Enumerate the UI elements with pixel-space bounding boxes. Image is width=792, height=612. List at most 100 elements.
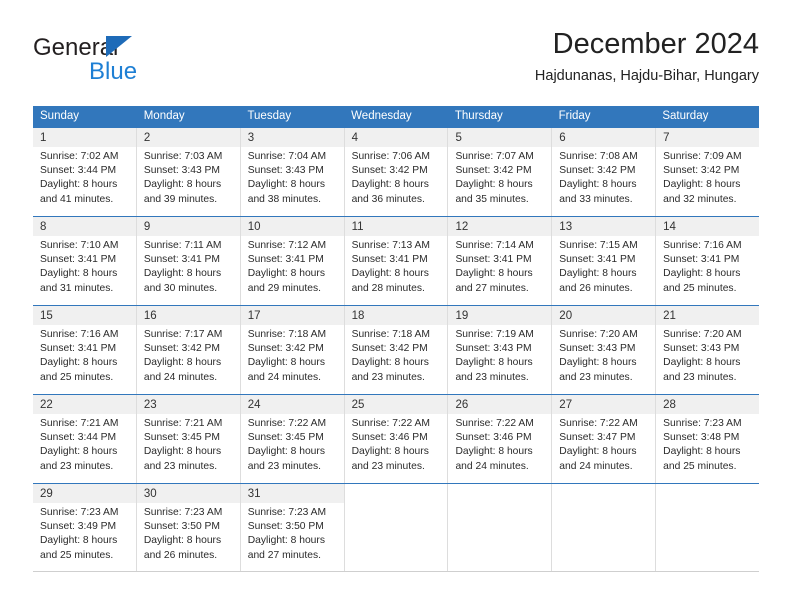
day-cell[interactable]: 29 Sunrise: 7:23 AM Sunset: 3:49 PM Dayl… — [33, 484, 137, 571]
sunrise-line: Sunrise: 7:18 AM — [351, 329, 430, 340]
day-cell[interactable]: 25 Sunrise: 7:22 AM Sunset: 3:46 PM Dayl… — [344, 395, 449, 483]
day-cell[interactable]: 17 Sunrise: 7:18 AM Sunset: 3:42 PM Dayl… — [240, 306, 345, 394]
daylight-line-1: Daylight: 8 hours — [663, 268, 741, 280]
sunset-line: Sunset: 3:41 PM — [247, 254, 324, 266]
sunset-line: Sunset: 3:45 PM — [247, 432, 324, 444]
day-number-band: 8 — [33, 217, 136, 236]
day-number-band — [656, 484, 760, 503]
sunset-line: Sunset: 3:45 PM — [143, 432, 220, 444]
day-cell[interactable]: 30 Sunrise: 7:23 AM Sunset: 3:50 PM Dayl… — [136, 484, 241, 571]
daylight-line-2: and 23 minutes. — [663, 371, 737, 383]
day-details: Sunrise: 7:16 AM Sunset: 3:41 PM Dayligh… — [33, 325, 136, 385]
day-details: Sunrise: 7:02 AM Sunset: 3:44 PM Dayligh… — [33, 147, 136, 207]
day-cell[interactable]: 27 Sunrise: 7:22 AM Sunset: 3:47 PM Dayl… — [552, 395, 657, 483]
day-cell[interactable]: 11 Sunrise: 7:13 AM Sunset: 3:41 PM Dayl… — [344, 217, 449, 305]
daylight-line-2: and 24 minutes. — [455, 460, 529, 472]
day-cell[interactable]: 9 Sunrise: 7:11 AM Sunset: 3:41 PM Dayli… — [136, 217, 241, 305]
day-cell[interactable]: 14 Sunrise: 7:16 AM Sunset: 3:41 PM Dayl… — [656, 217, 760, 305]
sunset-line: Sunset: 3:41 PM — [351, 254, 428, 266]
day-cell[interactable]: 8 Sunrise: 7:10 AM Sunset: 3:41 PM Dayli… — [33, 217, 137, 305]
day-cell[interactable]: 16 Sunrise: 7:17 AM Sunset: 3:42 PM Dayl… — [136, 306, 241, 394]
day-number-band: 5 — [448, 128, 552, 147]
day-cell[interactable]: 2 Sunrise: 7:03 AM Sunset: 3:43 PM Dayli… — [136, 128, 241, 216]
day-cell[interactable]: 13 Sunrise: 7:15 AM Sunset: 3:41 PM Dayl… — [552, 217, 657, 305]
sunset-line: Sunset: 3:42 PM — [351, 343, 428, 355]
daylight-line-1: Daylight: 8 hours — [143, 446, 222, 458]
day-cell[interactable]: 3 Sunrise: 7:04 AM Sunset: 3:43 PM Dayli… — [240, 128, 345, 216]
day-details: Sunrise: 7:12 AM Sunset: 3:41 PM Dayligh… — [241, 236, 344, 296]
day-cell[interactable]: 10 Sunrise: 7:12 AM Sunset: 3:41 PM Dayl… — [240, 217, 345, 305]
day-details: Sunrise: 7:17 AM Sunset: 3:42 PM Dayligh… — [137, 325, 240, 385]
day-cell[interactable]: 1 Sunrise: 7:02 AM Sunset: 3:44 PM Dayli… — [33, 128, 137, 216]
daylight-line-2: and 24 minutes. — [143, 371, 218, 383]
day-cell[interactable]: 26 Sunrise: 7:22 AM Sunset: 3:46 PM Dayl… — [448, 395, 553, 483]
daylight-line-2: and 23 minutes. — [351, 460, 425, 472]
day-number: 24 — [247, 399, 261, 411]
day-number-band — [448, 484, 552, 503]
sunset-line: Sunset: 3:44 PM — [40, 432, 117, 444]
day-number-band: 7 — [656, 128, 760, 147]
daylight-line-1: Daylight: 8 hours — [663, 179, 741, 191]
day-cell[interactable]: 6 Sunrise: 7:08 AM Sunset: 3:42 PM Dayli… — [552, 128, 657, 216]
daylight-line-1: Daylight: 8 hours — [559, 179, 637, 191]
day-number-band: 24 — [240, 395, 344, 414]
day-cell[interactable]: 21 Sunrise: 7:20 AM Sunset: 3:43 PM Dayl… — [656, 306, 760, 394]
sunset-line: Sunset: 3:42 PM — [143, 343, 220, 355]
daylight-line-2: and 23 minutes. — [247, 460, 321, 472]
sunrise-line: Sunrise: 7:23 AM — [143, 507, 223, 518]
day-number: 22 — [40, 399, 53, 411]
daylight-line-2: and 25 minutes. — [663, 460, 737, 472]
week-row: 29 Sunrise: 7:23 AM Sunset: 3:49 PM Dayl… — [33, 483, 760, 572]
daylight-line-1: Daylight: 8 hours — [351, 357, 429, 369]
day-number-band: 30 — [136, 484, 240, 503]
day-number-band — [344, 484, 448, 503]
day-cell[interactable]: 20 Sunrise: 7:20 AM Sunset: 3:43 PM Dayl… — [552, 306, 657, 394]
daylight-line-1: Daylight: 8 hours — [143, 179, 222, 191]
sunrise-line: Sunrise: 7:16 AM — [663, 240, 742, 251]
day-number: 18 — [351, 310, 365, 322]
weekday-header-row: Sunday Monday Tuesday Wednesday Thursday… — [33, 106, 759, 127]
day-details: Sunrise: 7:09 AM Sunset: 3:42 PM Dayligh… — [656, 147, 759, 207]
day-cell[interactable]: 31 Sunrise: 7:23 AM Sunset: 3:50 PM Dayl… — [240, 484, 345, 571]
day-details: Sunrise: 7:19 AM Sunset: 3:43 PM Dayligh… — [448, 325, 551, 385]
day-cell[interactable]: 22 Sunrise: 7:21 AM Sunset: 3:44 PM Dayl… — [33, 395, 137, 483]
day-number: 27 — [559, 399, 573, 411]
day-cell[interactable]: 15 Sunrise: 7:16 AM Sunset: 3:41 PM Dayl… — [33, 306, 137, 394]
daylight-line-2: and 29 minutes. — [247, 282, 321, 294]
sunrise-line: Sunrise: 7:04 AM — [247, 151, 327, 162]
day-number-band: 26 — [448, 395, 552, 414]
day-cell[interactable]: 12 Sunrise: 7:14 AM Sunset: 3:41 PM Dayl… — [448, 217, 553, 305]
daylight-line-2: and 32 minutes. — [663, 193, 737, 205]
day-cell[interactable]: 5 Sunrise: 7:07 AM Sunset: 3:42 PM Dayli… — [448, 128, 553, 216]
daylight-line-1: Daylight: 8 hours — [559, 357, 637, 369]
day-number: 23 — [143, 399, 157, 411]
sunrise-line: Sunrise: 7:09 AM — [663, 151, 742, 162]
day-details: Sunrise: 7:22 AM Sunset: 3:46 PM Dayligh… — [448, 414, 551, 474]
weekday-header-friday: Friday — [558, 110, 591, 122]
week-row: 8 Sunrise: 7:10 AM Sunset: 3:41 PM Dayli… — [33, 216, 760, 305]
daylight-line-2: and 27 minutes. — [455, 282, 529, 294]
day-cell[interactable]: 24 Sunrise: 7:22 AM Sunset: 3:45 PM Dayl… — [240, 395, 345, 483]
daylight-line-1: Daylight: 8 hours — [40, 268, 118, 280]
week-row: 15 Sunrise: 7:16 AM Sunset: 3:41 PM Dayl… — [33, 305, 760, 394]
day-number-band: 13 — [552, 217, 656, 236]
day-details: Sunrise: 7:13 AM Sunset: 3:41 PM Dayligh… — [345, 236, 448, 296]
day-cell-empty — [344, 484, 449, 571]
day-cell[interactable]: 23 Sunrise: 7:21 AM Sunset: 3:45 PM Dayl… — [136, 395, 241, 483]
day-cell[interactable]: 4 Sunrise: 7:06 AM Sunset: 3:42 PM Dayli… — [344, 128, 449, 216]
day-details: Sunrise: 7:23 AM Sunset: 3:49 PM Dayligh… — [33, 503, 136, 563]
sunrise-line: Sunrise: 7:11 AM — [143, 240, 222, 251]
day-number: 21 — [663, 310, 676, 322]
day-details: Sunrise: 7:21 AM Sunset: 3:44 PM Dayligh… — [33, 414, 136, 474]
day-cell[interactable]: 7 Sunrise: 7:09 AM Sunset: 3:42 PM Dayli… — [656, 128, 760, 216]
daylight-line-2: and 26 minutes. — [559, 282, 633, 294]
day-number: 7 — [663, 132, 670, 144]
sunset-line: Sunset: 3:46 PM — [351, 432, 428, 444]
day-cell[interactable]: 18 Sunrise: 7:18 AM Sunset: 3:42 PM Dayl… — [344, 306, 449, 394]
day-cell[interactable]: 28 Sunrise: 7:23 AM Sunset: 3:48 PM Dayl… — [656, 395, 760, 483]
sunrise-line: Sunrise: 7:12 AM — [247, 240, 327, 251]
page-subtitle: Hajdunanas, Hajdu-Bihar, Hungary — [534, 68, 759, 84]
generalblue-logo[interactable]: General Blue — [33, 34, 253, 90]
day-cell[interactable]: 19 Sunrise: 7:19 AM Sunset: 3:43 PM Dayl… — [448, 306, 553, 394]
day-details: Sunrise: 7:23 AM Sunset: 3:48 PM Dayligh… — [656, 414, 759, 474]
